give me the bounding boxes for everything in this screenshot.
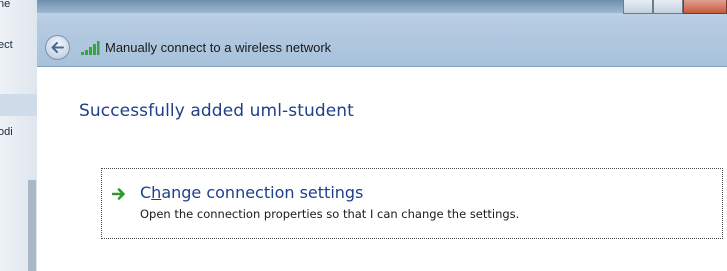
background-text-fragment: odi [0,126,13,138]
page-heading: Successfully added uml-student [79,101,354,121]
background-window: ne ect odi [0,0,38,271]
link-label[interactable]: Change connection settings [140,183,363,202]
access-key-letter: h [151,183,162,202]
change-connection-settings-link[interactable]: Change connection settings Open the conn… [101,168,723,239]
back-arrow-icon [51,42,64,53]
background-scrollbar[interactable] [28,180,36,271]
window-title: Manually connect to a wireless network [105,40,332,55]
link-label-suffix: ange connection settings [161,183,364,202]
background-text-fragment: ne [0,0,11,10]
close-button[interactable] [683,0,727,14]
background-text-fragment: ect [0,39,13,51]
background-selection [0,94,37,116]
link-label-prefix: C [140,183,152,202]
titlebar: Manually connect to a wireless network [37,0,727,67]
maximize-button[interactable] [653,0,683,14]
dialog-content: Successfully added uml-student Change co… [37,67,727,271]
back-button[interactable] [45,35,70,60]
wireless-signal-icon [81,41,100,55]
window-controls [623,0,727,14]
link-description: Open the connection properties so that I… [140,207,520,221]
green-arrow-icon [112,188,125,200]
wireless-dialog: Manually connect to a wireless network S… [37,0,727,271]
minimize-button[interactable] [623,0,653,14]
